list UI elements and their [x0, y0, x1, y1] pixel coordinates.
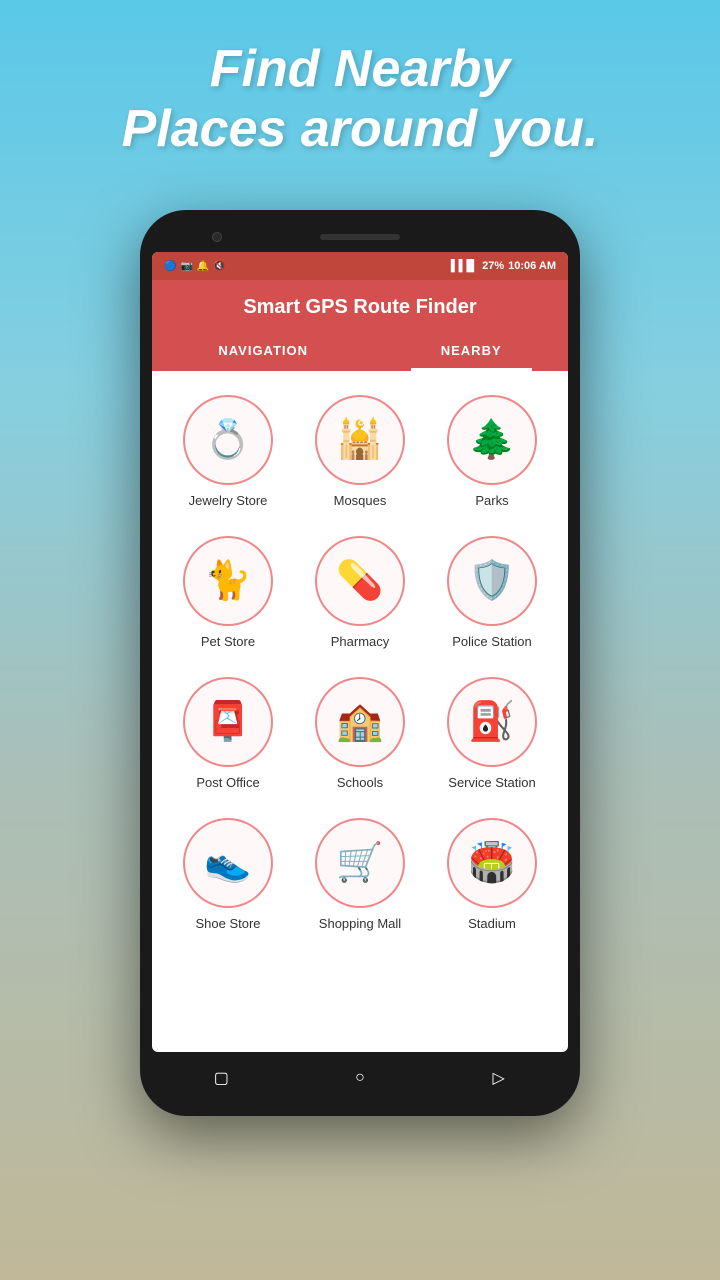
- time-display: 10:06 AM: [508, 260, 556, 272]
- categories-grid: 💍 Jewelry Store 🕌 Mosques 🌲 Parks 🐈 Pet Store 💊 P…: [152, 371, 568, 955]
- tab-navigation[interactable]: NAVIGATION: [188, 333, 338, 371]
- category-item[interactable]: ⛽ Service Station: [426, 663, 558, 804]
- category-emoji: 🕌: [336, 421, 383, 459]
- category-label: Jewelry Store: [189, 493, 268, 508]
- category-item[interactable]: 🛡️ Police Station: [426, 522, 558, 663]
- category-emoji: 💊: [336, 562, 383, 600]
- nav-tabs: NAVIGATION NEARBY: [152, 333, 568, 371]
- category-emoji: 🐈: [204, 562, 251, 600]
- category-circle-icon: 🛡️: [447, 536, 537, 626]
- app-header: Smart GPS Route Finder NAVIGATION NEARBY: [152, 280, 568, 371]
- category-circle-icon: 🐈: [183, 536, 273, 626]
- category-item[interactable]: 🕌 Mosques: [294, 381, 426, 522]
- category-circle-icon: 🌲: [447, 395, 537, 485]
- category-circle-icon: 💊: [315, 536, 405, 626]
- category-emoji: 👟: [204, 844, 251, 882]
- category-label: Parks: [475, 493, 508, 508]
- phone-frame: 🔵 📷 🔔 🔇 ▐▐▐▌ 27% 10:06 AM Smart GPS Rout…: [140, 210, 580, 1116]
- category-label: Shopping Mall: [319, 916, 401, 931]
- category-emoji: 🏟️: [468, 844, 515, 882]
- status-left-icons: 🔵 📷 🔔 🔇: [164, 261, 226, 272]
- home-button[interactable]: ○: [346, 1064, 374, 1092]
- camera-icon: [212, 232, 222, 242]
- category-circle-icon: ⛽: [447, 677, 537, 767]
- category-label: Schools: [337, 775, 383, 790]
- category-item[interactable]: 📮 Post Office: [162, 663, 294, 804]
- battery-text: 27%: [482, 260, 504, 272]
- category-item[interactable]: 🐈 Pet Store: [162, 522, 294, 663]
- status-right-info: ▐▐▐▌ 27% 10:06 AM: [447, 260, 556, 272]
- category-item[interactable]: 🛒 Shopping Mall: [294, 804, 426, 945]
- category-item[interactable]: 🌲 Parks: [426, 381, 558, 522]
- phone-notch: [152, 222, 568, 252]
- phone-mockup: 🔵 📷 🔔 🔇 ▐▐▐▌ 27% 10:06 AM Smart GPS Rout…: [140, 210, 580, 1116]
- signal-icon: ▐▐▐▌: [447, 260, 478, 272]
- back-button[interactable]: ▢: [207, 1064, 235, 1092]
- category-emoji: 🏫: [336, 703, 383, 741]
- phone-nav-bar: ▢ ○ ▷: [152, 1052, 568, 1104]
- category-label: Pharmacy: [331, 634, 390, 649]
- phone-screen: 🔵 📷 🔔 🔇 ▐▐▐▌ 27% 10:06 AM Smart GPS Rout…: [152, 252, 568, 1052]
- category-item[interactable]: 💊 Pharmacy: [294, 522, 426, 663]
- category-emoji: 📮: [204, 703, 251, 741]
- tab-nearby[interactable]: NEARBY: [411, 333, 532, 371]
- category-emoji: ⛽: [468, 703, 515, 741]
- status-bar: 🔵 📷 🔔 🔇 ▐▐▐▌ 27% 10:06 AM: [152, 252, 568, 280]
- category-emoji: 🛒: [336, 844, 383, 882]
- category-label: Pet Store: [201, 634, 255, 649]
- category-emoji: 🌲: [468, 421, 515, 459]
- category-emoji: 🛡️: [468, 562, 515, 600]
- recents-button[interactable]: ▷: [485, 1064, 513, 1092]
- category-circle-icon: 💍: [183, 395, 273, 485]
- category-label: Mosques: [334, 493, 387, 508]
- category-circle-icon: 🕌: [315, 395, 405, 485]
- speaker: [320, 234, 400, 240]
- app-title: Smart GPS Route Finder: [152, 296, 568, 333]
- category-circle-icon: 🏫: [315, 677, 405, 767]
- category-label: Service Station: [448, 775, 535, 790]
- category-emoji: 💍: [204, 421, 251, 459]
- category-label: Post Office: [196, 775, 259, 790]
- category-item[interactable]: 🏫 Schools: [294, 663, 426, 804]
- category-circle-icon: 👟: [183, 818, 273, 908]
- category-circle-icon: 🏟️: [447, 818, 537, 908]
- category-label: Stadium: [468, 916, 516, 931]
- category-circle-icon: 🛒: [315, 818, 405, 908]
- category-label: Police Station: [452, 634, 532, 649]
- category-circle-icon: 📮: [183, 677, 273, 767]
- category-label: Shoe Store: [195, 916, 260, 931]
- category-item[interactable]: 🏟️ Stadium: [426, 804, 558, 945]
- category-item[interactable]: 💍 Jewelry Store: [162, 381, 294, 522]
- category-item[interactable]: 👟 Shoe Store: [162, 804, 294, 945]
- hero-headline: Find Nearby Places around you.: [0, 40, 720, 160]
